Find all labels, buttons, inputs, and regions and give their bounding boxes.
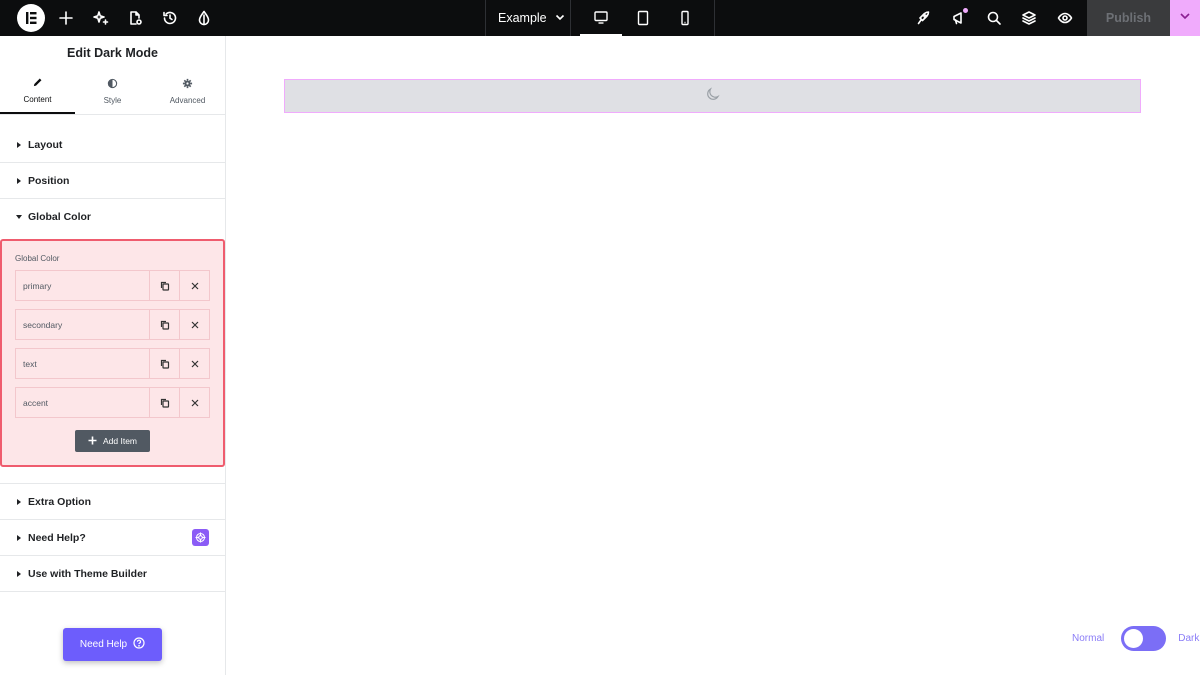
caret-down-icon <box>16 214 22 220</box>
add-element-icon[interactable] <box>56 8 76 28</box>
caret-right-icon <box>16 534 22 541</box>
dark-mode-switch[interactable] <box>1121 625 1167 651</box>
duplicate-icon[interactable] <box>149 310 179 339</box>
caret-right-icon <box>16 498 22 505</box>
section-title: Layout <box>28 138 63 151</box>
tab-content[interactable]: Content <box>0 69 75 114</box>
support-icon <box>192 529 209 546</box>
section-global-color[interactable]: Global Color <box>0 199 225 235</box>
structure-icon[interactable] <box>1019 8 1039 28</box>
caret-right-icon <box>16 141 22 148</box>
search-icon[interactable] <box>984 8 1004 28</box>
question-circle-icon <box>133 637 145 652</box>
preview-eye-icon[interactable] <box>1055 8 1075 28</box>
preview-canvas: Normal Dark <box>227 36 1200 675</box>
section-theme-builder[interactable]: Use with Theme Builder <box>0 556 225 592</box>
document-name: Example <box>498 11 547 25</box>
close-icon[interactable] <box>179 349 209 378</box>
finder-rocket-icon[interactable] <box>913 8 933 28</box>
tab-label: Content <box>23 95 52 104</box>
section-title: Position <box>28 174 70 187</box>
divider <box>714 0 715 36</box>
pencil-icon <box>32 77 43 90</box>
section-title: Global Color <box>28 211 91 223</box>
page-settings-icon[interactable] <box>125 8 145 28</box>
section-need-help[interactable]: Need Help? <box>0 520 225 556</box>
tablet-icon[interactable] <box>622 0 664 36</box>
close-icon[interactable] <box>179 310 209 339</box>
site-settings-icon[interactable] <box>194 8 214 28</box>
moon-icon <box>705 86 721 107</box>
document-name-dropdown[interactable]: Example <box>498 0 565 36</box>
tab-advanced[interactable]: Advanced <box>150 69 225 114</box>
global-color-repeater: Global Color primary secondary text acce… <box>0 239 225 467</box>
add-item-label: Add Item <box>102 436 138 446</box>
duplicate-icon[interactable] <box>149 388 179 417</box>
publish-options-button[interactable] <box>1170 0 1200 36</box>
section-layout[interactable]: Layout <box>0 127 225 163</box>
half-circle-icon <box>107 78 118 91</box>
announcements-icon[interactable] <box>949 8 969 28</box>
dark-mode-widget[interactable] <box>284 79 1141 113</box>
section-title: Use with Theme Builder <box>28 567 148 580</box>
close-icon[interactable] <box>179 271 209 300</box>
editor-panel: Edit Dark Mode Content Style Advanced La… <box>0 36 226 675</box>
duplicate-icon[interactable] <box>149 349 179 378</box>
tab-label: Advanced <box>169 96 206 105</box>
plus-icon <box>88 436 97 447</box>
repeater-item-title[interactable]: primary <box>16 271 149 300</box>
repeater-item: text <box>15 348 210 379</box>
chevron-down-icon <box>1179 9 1191 27</box>
history-icon[interactable] <box>160 8 180 28</box>
publish-button[interactable]: Publish <box>1087 0 1170 36</box>
top-bar: Example Publish <box>0 0 1200 36</box>
repeater-item: secondary <box>15 309 210 340</box>
chevron-down-icon <box>555 11 565 25</box>
divider <box>570 0 571 36</box>
repeater-item-title[interactable]: accent <box>16 388 149 417</box>
close-icon[interactable] <box>179 388 209 417</box>
dark-mode-toggle: Normal Dark <box>1072 625 1199 651</box>
caret-right-icon <box>16 570 22 577</box>
mobile-icon[interactable] <box>664 0 706 36</box>
section-extra-option[interactable]: Extra Option <box>0 484 225 520</box>
need-help-button[interactable]: Need Help <box>63 628 162 661</box>
ai-sparkle-icon[interactable] <box>91 8 111 28</box>
tab-label: Style <box>103 96 122 105</box>
elementor-logo-icon[interactable] <box>17 4 45 32</box>
panel-title: Edit Dark Mode <box>67 45 158 60</box>
repeater-item-title[interactable]: secondary <box>16 310 149 339</box>
duplicate-icon[interactable] <box>149 271 179 300</box>
dark-label: Dark <box>1178 632 1200 644</box>
repeater-item: primary <box>15 270 210 301</box>
switch-knob <box>1124 628 1144 648</box>
section-position[interactable]: Position <box>0 163 225 199</box>
spacer <box>0 467 225 484</box>
need-help-label: Need Help <box>79 639 128 650</box>
notification-dot <box>963 8 968 13</box>
desktop-icon[interactable] <box>580 0 622 36</box>
repeater-item-title[interactable]: text <box>16 349 149 378</box>
section-title: Extra Option <box>28 495 92 508</box>
tab-style[interactable]: Style <box>75 69 150 114</box>
field-label: Global Color <box>15 254 60 263</box>
repeater-item: accent <box>15 387 210 418</box>
add-item-button[interactable]: Add Item <box>75 430 150 452</box>
normal-label: Normal <box>1072 632 1105 644</box>
divider <box>485 0 486 36</box>
caret-right-icon <box>16 177 22 184</box>
section-title: Need Help? <box>28 531 86 544</box>
gear-icon <box>182 78 193 91</box>
panel-tabs: Content Style Advanced <box>0 69 225 115</box>
